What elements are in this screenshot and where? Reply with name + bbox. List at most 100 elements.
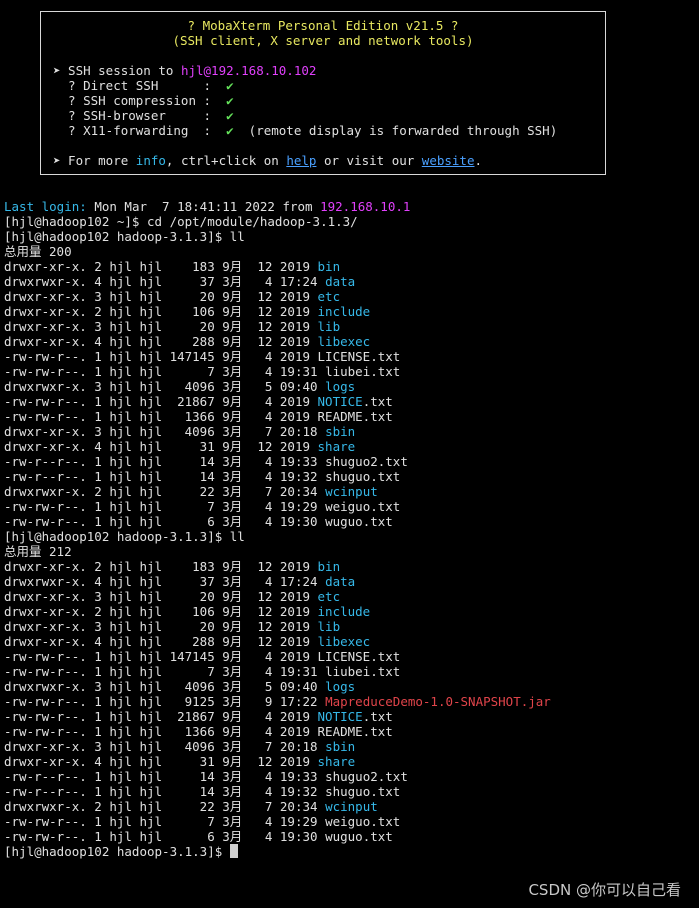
file-name: NOTICE — [317, 709, 363, 724]
feature-label: ? SSH-browser : — [53, 108, 227, 123]
file-meta: drwxrwxr-x. 4 hjl hjl 37 3月 4 17:24 — [4, 574, 326, 589]
file-meta: -rw-rw-r--. 1 hjl hjl 147145 9月 4 2019 — [4, 649, 318, 664]
file-meta: drwxr-xr-x. 3 hjl hjl 20 9月 12 2019 — [4, 619, 318, 634]
file-name: shuguo.txt — [325, 784, 401, 799]
file-row: drwxrwxr-x. 3 hjl hjl 4096 3月 5 09:40 lo… — [4, 679, 699, 694]
file-meta: drwxr-xr-x. 2 hjl hjl 183 9月 12 2019 — [4, 559, 318, 574]
session-prefix: ➤ SSH session to — [53, 63, 181, 78]
file-meta: -rw-rw-r--. 1 hjl hjl 7 3月 4 19:29 — [4, 814, 326, 829]
file-meta: -rw-rw-r--. 1 hjl hjl 7 3月 4 19:31 — [4, 364, 326, 379]
ssh-session-line: ➤ SSH session to hjl@192.168.10.102 — [53, 63, 316, 78]
file-row: -rw-rw-r--. 1 hjl hjl 7 3月 4 19:31 liube… — [4, 664, 699, 679]
file-meta: -rw-rw-r--. 1 hjl hjl 6 3月 4 19:30 — [4, 514, 326, 529]
directory-listing: drwxr-xr-x. 2 hjl hjl 183 9月 12 2019 bin… — [4, 559, 699, 844]
file-name: lib — [317, 619, 341, 634]
file-row: drwxrwxr-x. 4 hjl hjl 37 3月 4 17:24 data — [4, 274, 699, 289]
file-row: drwxr-xr-x. 2 hjl hjl 183 9月 12 2019 bin — [4, 559, 699, 574]
file-name: share — [317, 754, 356, 769]
file-name: liubei.txt — [325, 664, 401, 679]
file-meta: drwxr-xr-x. 4 hjl hjl 31 9月 12 2019 — [4, 754, 318, 769]
file-meta: drwxr-xr-x. 3 hjl hjl 20 9月 12 2019 — [4, 589, 318, 604]
feature-label: ? SSH compression : — [53, 93, 227, 108]
file-name: lib — [317, 319, 341, 334]
file-row: -rw-r--r--. 1 hjl hjl 14 3月 4 19:33 shug… — [4, 769, 699, 784]
file-row: drwxr-xr-x. 2 hjl hjl 106 9月 12 2019 inc… — [4, 604, 699, 619]
prompt-line[interactable]: [hjl@hadoop102 hadoop-3.1.3]$ — [4, 844, 699, 859]
file-meta: drwxr-xr-x. 3 hjl hjl 20 9月 12 2019 — [4, 289, 318, 304]
info-link[interactable]: info — [136, 153, 166, 168]
file-meta: -rw-r--r--. 1 hjl hjl 14 3月 4 19:33 — [4, 454, 326, 469]
file-row: drwxr-xr-x. 4 hjl hjl 288 9月 12 2019 lib… — [4, 334, 699, 349]
file-suffix: .txt — [362, 394, 393, 409]
file-row: -rw-rw-r--. 1 hjl hjl 7 3月 4 19:29 weigu… — [4, 814, 699, 829]
file-meta: -rw-r--r--. 1 hjl hjl 14 3月 4 19:33 — [4, 769, 326, 784]
terminal-output[interactable]: Last login: Mon Mar 7 18:41:11 2022 from… — [4, 199, 699, 859]
file-meta: drwxrwxr-x. 2 hjl hjl 22 3月 7 20:34 — [4, 484, 326, 499]
file-row: drwxrwxr-x. 4 hjl hjl 37 3月 4 17:24 data — [4, 574, 699, 589]
file-row: drwxr-xr-x. 4 hjl hjl 31 9月 12 2019 shar… — [4, 439, 699, 454]
file-name: README.txt — [317, 409, 393, 424]
file-meta: drwxr-xr-x. 4 hjl hjl 288 9月 12 2019 — [4, 334, 318, 349]
feature-ssh-compression: ? SSH compression : ✔ — [53, 93, 234, 108]
file-name: weiguo.txt — [325, 814, 401, 829]
file-name: shuguo2.txt — [325, 769, 408, 784]
file-meta: drwxr-xr-x. 3 hjl hjl 4096 3月 7 20:18 — [4, 424, 326, 439]
file-row: -rw-rw-r--. 1 hjl hjl 6 3月 4 19:30 wuguo… — [4, 829, 699, 844]
file-row: drwxr-xr-x. 3 hjl hjl 20 9月 12 2019 etc — [4, 289, 699, 304]
file-name: sbin — [325, 739, 356, 754]
file-name: liubei.txt — [325, 364, 401, 379]
text-cursor — [229, 844, 238, 858]
file-row: -rw-r--r--. 1 hjl hjl 14 3月 4 19:32 shug… — [4, 784, 699, 799]
file-row: drwxr-xr-x. 2 hjl hjl 183 9月 12 2019 bin — [4, 259, 699, 274]
file-row: -rw-rw-r--. 1 hjl hjl 1366 9月 4 2019 REA… — [4, 724, 699, 739]
file-name: NOTICE — [317, 394, 363, 409]
feature-ssh-browser: ? SSH-browser : ✔ — [53, 108, 234, 123]
file-name: data — [325, 574, 356, 589]
file-row: drwxrwxr-x. 2 hjl hjl 22 3月 7 20:34 wcin… — [4, 799, 699, 814]
total-line: 总用量 212 — [4, 544, 72, 559]
file-row: drwxr-xr-x. 2 hjl hjl 106 9月 12 2019 inc… — [4, 304, 699, 319]
file-row: -rw-rw-r--. 1 hjl hjl 7 3月 4 19:29 weigu… — [4, 499, 699, 514]
feature-note: (remote display is forwarded through SSH… — [233, 123, 558, 138]
file-row: drwxr-xr-x. 3 hjl hjl 20 9月 12 2019 lib — [4, 319, 699, 334]
file-meta: -rw-rw-r--. 1 hjl hjl 1366 9月 4 2019 — [4, 724, 318, 739]
file-meta: drwxrwxr-x. 2 hjl hjl 22 3月 7 20:34 — [4, 799, 326, 814]
file-name: shuguo2.txt — [325, 454, 408, 469]
file-row: -rw-rw-r--. 1 hjl hjl 147145 9月 4 2019 L… — [4, 349, 699, 364]
file-name: logs — [325, 379, 356, 394]
file-name: wcinput — [325, 484, 378, 499]
command-line: [hjl@hadoop102 hadoop-3.1.3]$ ll — [4, 529, 245, 544]
more-mid2: or visit our — [316, 153, 422, 168]
file-meta: -rw-rw-r--. 1 hjl hjl 147145 9月 4 2019 — [4, 349, 318, 364]
file-meta: -rw-rw-r--. 1 hjl hjl 7 3月 4 19:31 — [4, 664, 326, 679]
check-icon: ✔ — [226, 78, 234, 93]
file-name: weiguo.txt — [325, 499, 401, 514]
file-name: etc — [317, 589, 341, 604]
file-meta: -rw-rw-r--. 1 hjl hjl 9125 3月 9 17:22 — [4, 694, 326, 709]
banner-subtitle: (SSH client, X server and network tools) — [172, 33, 474, 48]
file-row: -rw-r--r--. 1 hjl hjl 14 3月 4 19:32 shug… — [4, 469, 699, 484]
file-meta: -rw-r--r--. 1 hjl hjl 14 3月 4 19:32 — [4, 469, 326, 484]
file-row: drwxr-xr-x. 3 hjl hjl 4096 3月 7 20:18 sb… — [4, 739, 699, 754]
help-link[interactable]: help — [286, 153, 316, 168]
file-name: README.txt — [317, 724, 393, 739]
more-mid: , ctrl+click on — [165, 153, 287, 168]
file-name: sbin — [325, 424, 356, 439]
file-name: LICENSE.txt — [317, 349, 401, 364]
file-name: bin — [317, 559, 341, 574]
file-name: wuguo.txt — [325, 514, 393, 529]
last-login-label: Last login: — [4, 199, 87, 214]
website-link[interactable]: website — [422, 153, 475, 168]
file-meta: -rw-rw-r--. 1 hjl hjl 6 3月 4 19:30 — [4, 829, 326, 844]
file-meta: -rw-rw-r--. 1 hjl hjl 1366 9月 4 2019 — [4, 409, 318, 424]
file-meta: drwxr-xr-x. 3 hjl hjl 20 9月 12 2019 — [4, 319, 318, 334]
file-row: -rw-rw-r--. 1 hjl hjl 9125 3月 9 17:22 Ma… — [4, 694, 699, 709]
feature-direct-ssh: ? Direct SSH : ✔ — [53, 78, 234, 93]
more-end: . — [474, 153, 483, 168]
watermark: CSDN @你可以自己看 — [528, 881, 681, 899]
file-suffix: .txt — [362, 709, 393, 724]
last-login-date: Mon Mar 7 18:41:11 2022 from — [86, 199, 321, 214]
file-name: libexec — [317, 334, 371, 349]
file-name: logs — [325, 679, 356, 694]
feature-label: ? X11-forwarding : — [53, 123, 227, 138]
